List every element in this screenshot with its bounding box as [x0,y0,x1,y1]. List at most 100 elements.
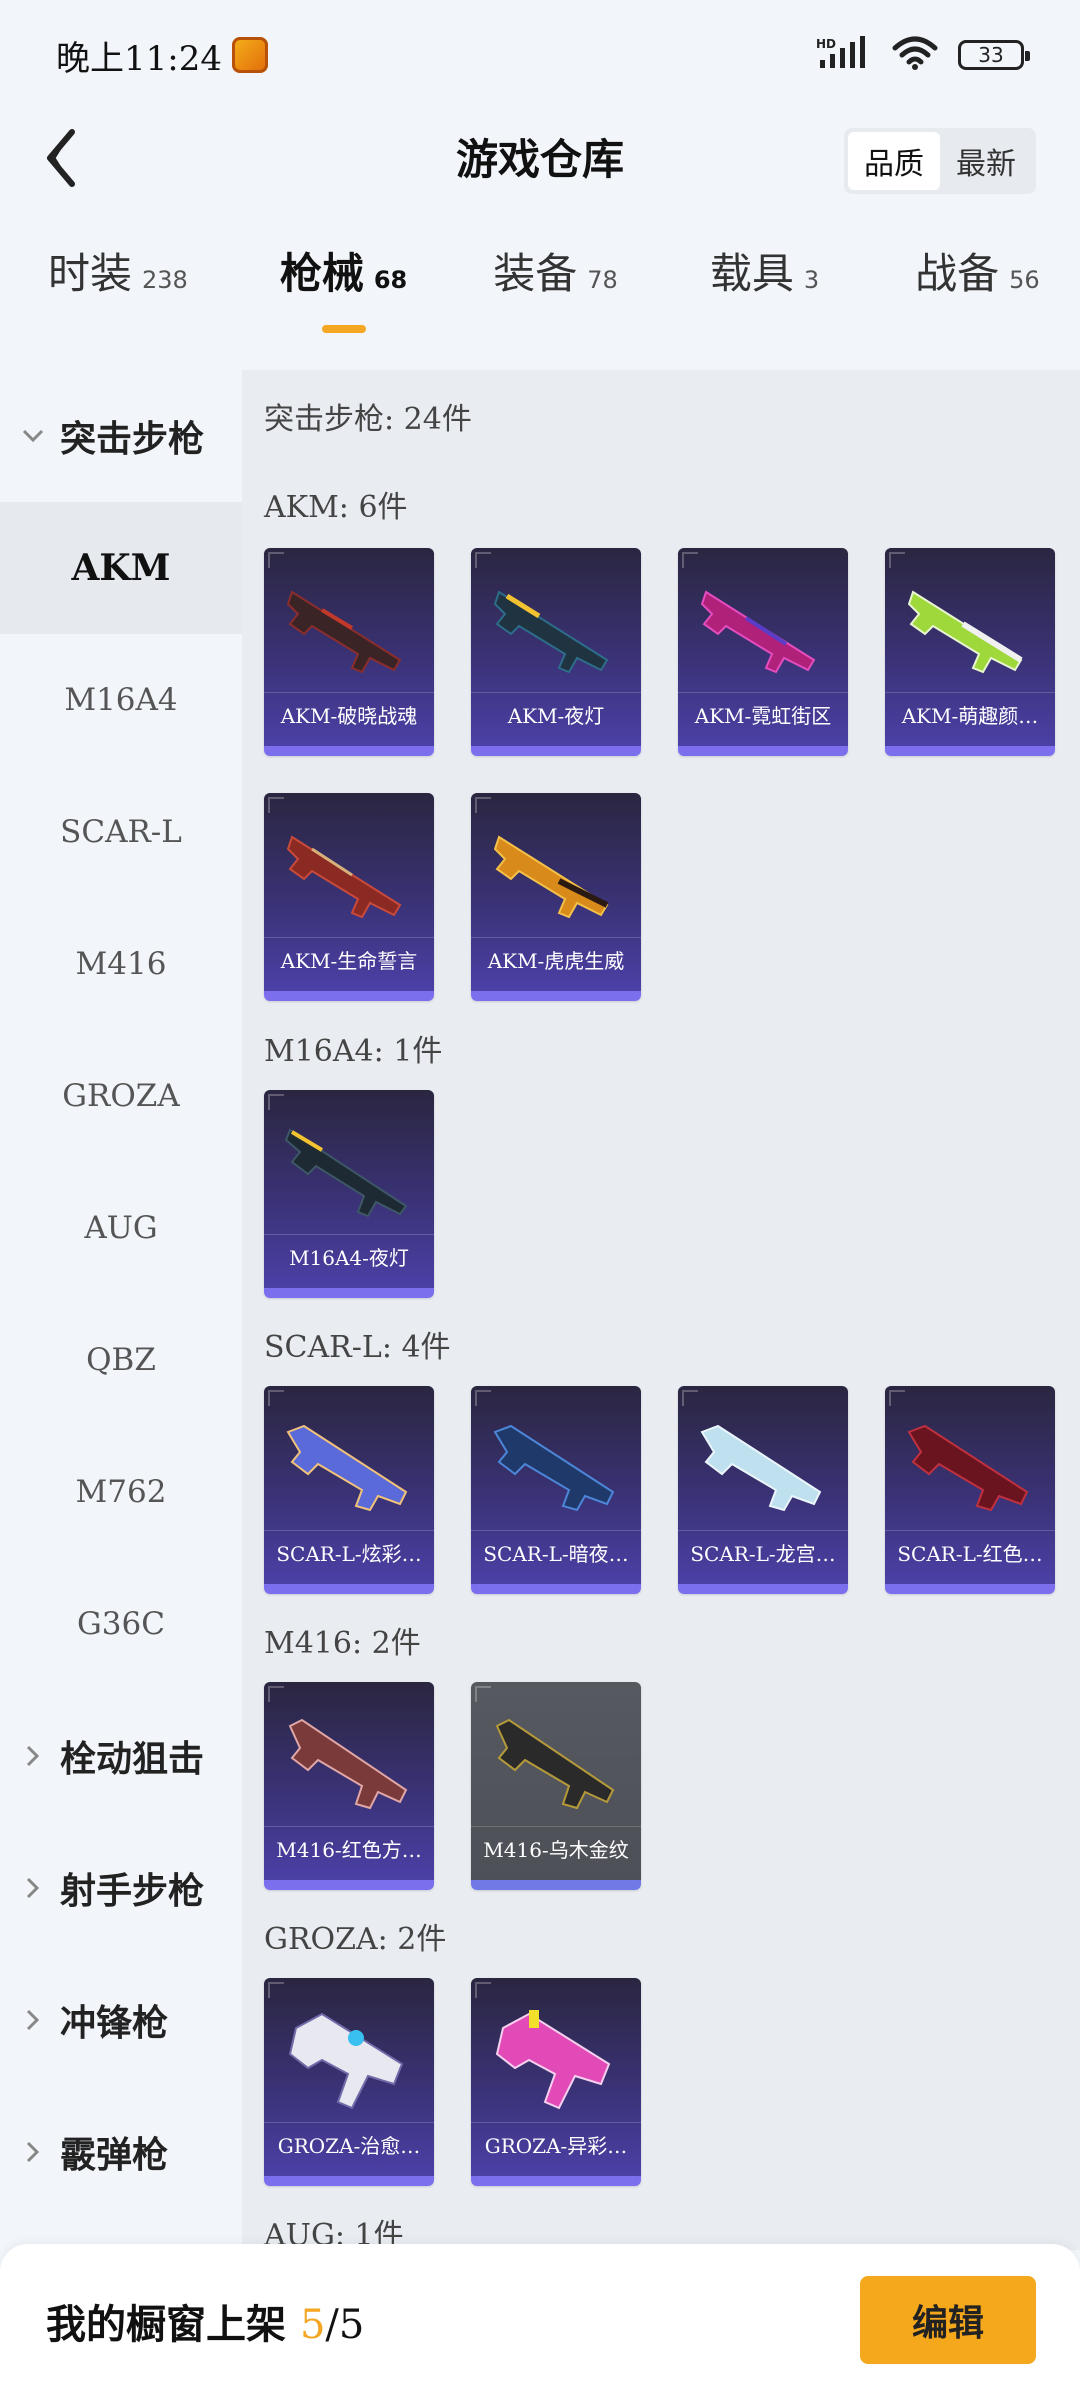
active-tab-indicator [321,325,366,333]
skin-card[interactable]: AKM-萌趣颜… [885,548,1055,756]
sidebar-category-label: 突击步枪 [60,418,205,460]
back-button[interactable] [26,124,98,196]
showcase-bar: 我的橱窗上架 5/5 编辑 [0,2244,1080,2400]
skin-name: SCAR-L-暗夜… [471,1530,641,1578]
skin-name: AKM-破晓战魂 [264,692,434,740]
svg-text:HD: HD [816,37,836,51]
card-corner-mark [475,797,491,813]
skin-name: AKM-萌趣颜… [885,692,1055,740]
skin-card[interactable]: AKM-夜灯 [471,548,641,756]
skin-card[interactable]: SCAR-L-暗夜… [471,1386,641,1594]
sidebar-item-g36c[interactable]: G36C [0,1558,242,1690]
skin-name: SCAR-L-龙宫… [678,1530,848,1578]
skin-card[interactable]: SCAR-L-炫彩… [264,1386,434,1594]
sidebar-item-scar-l[interactable]: SCAR-L [0,766,242,898]
sidebar-item-akm[interactable]: AKM [0,502,242,634]
tab-count: 56 [1009,266,1040,294]
card-corner-mark [268,1686,284,1702]
sidebar-item-m416[interactable]: M416 [0,898,242,1030]
tab-war-supplies[interactable]: 战备 56 [915,240,1040,301]
status-right: HD 33 [816,36,1030,74]
tab-label: 枪械 [279,249,364,298]
rifle-icon [907,590,1023,674]
skin-name: SCAR-L-炫彩… [264,1530,434,1578]
sort-quality-button[interactable]: 品质 [848,132,940,190]
card-corner-mark [889,552,905,568]
tab-equipment[interactable]: 装备 78 [493,240,618,301]
tab-count: 68 [373,266,408,294]
card-corner-mark [475,1982,491,1998]
sidebar-category-label: 射手步枪 [60,1870,205,1912]
skin-card[interactable]: GROZA-异彩… [471,1978,641,2186]
rifle-icon [288,1718,408,1810]
sidebar-category-marksman-rifle[interactable]: 射手步枪 [0,1822,242,1954]
group-title-akm: AKM: 6件 [264,490,408,525]
card-corner-mark [889,1390,905,1406]
skin-card[interactable]: SCAR-L-红色… [885,1386,1055,1594]
skin-card[interactable]: SCAR-L-龙宫… [678,1386,848,1594]
skin-card[interactable]: M416-乌木金纹 [471,1682,641,1890]
sidebar-category-label: 霰弹枪 [60,2134,169,2176]
sidebar-category-assault-rifle[interactable]: 突击步枪 [0,370,242,502]
wifi-icon [892,36,938,74]
sort-latest-button[interactable]: 最新 [940,132,1032,190]
skin-name: AKM-生命誓言 [264,937,434,985]
sidebar-item-qbz[interactable]: QBZ [0,1294,242,1426]
sidebar-category-bolt-sniper[interactable]: 栓动狙击 [0,1690,242,1822]
skin-card[interactable]: AKM-生命誓言 [264,793,434,1001]
sidebar-item-m16a4[interactable]: M16A4 [0,634,242,766]
skin-card[interactable]: GROZA-治愈… [264,1978,434,2186]
status-left: 晚上11:24 [56,31,268,80]
showcase-total: 5 [338,2302,365,2348]
card-corner-mark [682,1390,698,1406]
rifle-icon [288,2012,404,2110]
sidebar-category-smg[interactable]: 冲锋枪 [0,1954,242,2086]
tab-vehicles[interactable]: 载具 3 [710,240,819,301]
category-tabs: 时装 238 枪械 68 装备 78 载具 3 战备 56 [0,240,1080,350]
tab-count: 3 [803,266,820,294]
tab-fashion[interactable]: 时装 238 [48,240,188,301]
status-bar: 晚上11:24 HD 33 [0,0,1080,110]
sidebar-item-m762[interactable]: M762 [0,1426,242,1558]
skin-name: SCAR-L-红色… [885,1530,1055,1578]
skin-card[interactable]: M416-红色方… [264,1682,434,1890]
rifle-icon [495,1718,615,1810]
tab-label: 载具 [709,249,794,298]
card-corner-mark [475,1686,491,1702]
chevron-right-icon [20,2007,46,2033]
card-corner-mark [475,552,491,568]
skin-card[interactable]: AKM-破晓战魂 [264,548,434,756]
header: 游戏仓库 品质 最新 [0,110,1080,210]
skin-name: M416-红色方… [264,1826,434,1874]
chevron-right-icon [20,1875,46,1901]
showcase-status: 我的橱窗上架 5/5 [46,2292,364,2350]
sidebar-item-aug[interactable]: AUG [0,1162,242,1294]
skin-name: GROZA-治愈… [264,2122,434,2170]
category-summary: 突击步枪: 24件 [264,402,472,437]
rifle-icon [493,835,609,919]
sidebar-item-groza[interactable]: GROZA [0,1030,242,1162]
card-corner-mark [268,1094,284,1110]
showcase-label: 我的橱窗上架 [46,2301,286,2348]
skin-name: AKM-霓虹街区 [678,692,848,740]
chevron-right-icon [20,1743,46,1769]
group-title-m416: M416: 2件 [264,1626,421,1661]
sidebar-category-shotgun[interactable]: 霰弹枪 [0,2086,242,2218]
battery-icon: 33 [958,40,1030,70]
skin-card[interactable]: AKM-虎虎生威 [471,793,641,1001]
skin-card[interactable]: AKM-霓虹街区 [678,548,848,756]
skin-card[interactable]: M16A4-夜灯 [264,1090,434,1298]
edit-button[interactable]: 编辑 [860,2276,1036,2364]
tab-label: 时装 [48,249,133,298]
tab-firearms[interactable]: 枪械 68 [279,240,408,333]
rifle-icon [284,1128,408,1218]
tab-label: 战备 [915,249,1000,298]
tab-count: 78 [587,266,618,294]
group-title-groza: GROZA: 2件 [264,1922,447,1957]
card-corner-mark [475,1390,491,1406]
rifle-icon [286,1424,408,1512]
sidebar-category-label: 栓动狙击 [60,1738,205,1780]
rifle-icon [286,590,402,674]
rifle-icon [700,590,816,674]
skin-name: M16A4-夜灯 [264,1234,434,1282]
